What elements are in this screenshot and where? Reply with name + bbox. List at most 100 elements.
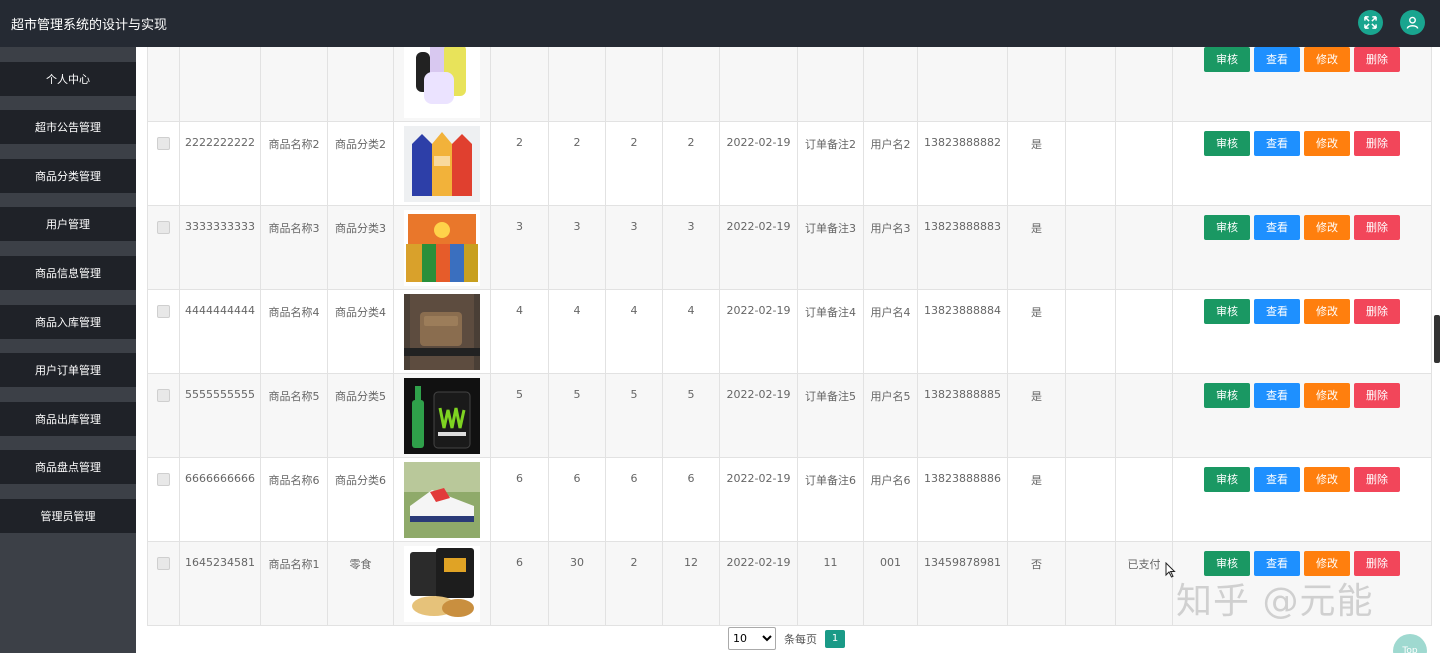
sidebar-item-stock-out[interactable]: 商品出库管理 (0, 402, 136, 436)
audit-button[interactable]: 审核 (1204, 47, 1250, 72)
order-date (719, 37, 798, 122)
fullscreen-icon (1364, 16, 1377, 29)
sidebar-item-orders[interactable]: 用户订单管理 (0, 353, 136, 387)
fullscreen-button[interactable] (1358, 10, 1383, 35)
qty-1: 2 (490, 121, 549, 206)
edit-button[interactable]: 修改 (1304, 383, 1350, 408)
edit-button[interactable]: 修改 (1304, 467, 1350, 492)
table-row: 5555555555 商品名称5 商品分类5 5 5 5 5 2022-02-19 订单备注5 用… (147, 373, 1432, 458)
row-checkbox[interactable] (157, 557, 170, 570)
extra (1065, 37, 1116, 122)
pay-status (1115, 289, 1173, 374)
row-checkbox[interactable] (157, 137, 170, 150)
delete-button[interactable]: 删除 (1354, 47, 1400, 72)
qty-2: 3 (548, 205, 606, 290)
sidebar: 个人中心 超市公告管理 商品分类管理 用户管理 商品信息管理 商品入库管理 用户… (0, 47, 136, 653)
view-button[interactable]: 查看 (1254, 131, 1300, 156)
phone: 13823888883 (917, 205, 1008, 290)
order-date: 2022-02-19 (719, 541, 798, 626)
pagination: 10 条每页 1 (728, 627, 845, 650)
product-category: 商品分类2 (327, 121, 394, 206)
audit-button[interactable]: 审核 (1204, 215, 1250, 240)
qty-2: 2 (548, 121, 606, 206)
edit-button[interactable]: 修改 (1304, 131, 1350, 156)
qty-2: 30 (548, 541, 606, 626)
sidebar-item-users[interactable]: 用户管理 (0, 207, 136, 241)
sidebar-item-notices[interactable]: 超市公告管理 (0, 110, 136, 144)
page-number-1[interactable]: 1 (825, 629, 845, 648)
row-checkbox[interactable] (157, 389, 170, 402)
edit-button[interactable]: 修改 (1304, 47, 1350, 72)
view-button[interactable]: 查看 (1254, 467, 1300, 492)
pay-status (1115, 37, 1173, 122)
view-button[interactable]: 查看 (1254, 215, 1300, 240)
sidebar-item-stock-in[interactable]: 商品入库管理 (0, 305, 136, 339)
table-row: 审核 查看 修改 删除 (147, 37, 1432, 122)
qty-1: 5 (490, 373, 549, 458)
row-checkbox-cell (147, 541, 180, 626)
delete-button[interactable]: 删除 (1354, 131, 1400, 156)
row-checkbox[interactable] (157, 221, 170, 234)
edit-button[interactable]: 修改 (1304, 299, 1350, 324)
sidebar-item-inventory[interactable]: 商品盘点管理 (0, 450, 136, 484)
sidebar-item-categories[interactable]: 商品分类管理 (0, 159, 136, 193)
scrollbar-thumb[interactable] (1434, 315, 1440, 363)
view-button[interactable]: 查看 (1254, 299, 1300, 324)
page-size-select[interactable]: 10 (728, 627, 776, 650)
view-button[interactable]: 查看 (1254, 383, 1300, 408)
delete-button[interactable]: 删除 (1354, 215, 1400, 240)
table-row: 6666666666 商品名称6 商品分类6 6 6 6 6 2022-02-19 订单备注6 用… (147, 457, 1432, 542)
edit-button[interactable]: 修改 (1304, 215, 1350, 240)
audit-button[interactable]: 审核 (1204, 131, 1250, 156)
order-date: 2022-02-19 (719, 457, 798, 542)
product-category: 零食 (327, 541, 394, 626)
row-checkbox[interactable] (157, 473, 170, 486)
audit-button[interactable]: 审核 (1204, 299, 1250, 324)
order-note: 订单备注2 (797, 121, 864, 206)
qty-2 (548, 37, 606, 122)
product-image-cell (393, 37, 491, 122)
delete-button[interactable]: 删除 (1354, 467, 1400, 492)
order-date: 2022-02-19 (719, 373, 798, 458)
order-date: 2022-02-19 (719, 205, 798, 290)
extra (1065, 121, 1116, 206)
extra (1065, 373, 1116, 458)
pay-status (1115, 373, 1173, 458)
delete-button[interactable]: 删除 (1354, 383, 1400, 408)
audit-button[interactable]: 审核 (1204, 383, 1250, 408)
per-page-label: 条每页 (784, 632, 817, 646)
table-row: 2222222222 商品名称2 商品分类2 2 2 2 2 2022-02-19 订单备注2 用… (147, 121, 1432, 206)
product-image-cell (393, 457, 491, 542)
product-category: 商品分类5 (327, 373, 394, 458)
product-image-cell (393, 373, 491, 458)
qty-4 (662, 37, 720, 122)
row-checkbox-cell (147, 37, 180, 122)
row-checkbox[interactable] (157, 305, 170, 318)
audit-button[interactable]: 审核 (1204, 467, 1250, 492)
sidebar-item-profile[interactable]: 个人中心 (0, 62, 136, 96)
username: 用户名5 (863, 373, 918, 458)
sidebar-item-products[interactable]: 商品信息管理 (0, 256, 136, 290)
sidebar-item-admins[interactable]: 管理员管理 (0, 499, 136, 533)
order-date: 2022-02-19 (719, 121, 798, 206)
mouse-cursor-icon (1165, 562, 1176, 578)
delete-button[interactable]: 删除 (1354, 299, 1400, 324)
product-category: 商品分类3 (327, 205, 394, 290)
qty-1 (490, 37, 549, 122)
qty-1: 4 (490, 289, 549, 374)
product-name (260, 37, 328, 122)
sneaker-image (404, 462, 480, 538)
row-checkbox-cell (147, 457, 180, 542)
qty-4: 6 (662, 457, 720, 542)
waist-bag-image (404, 294, 480, 370)
order-note: 订单备注6 (797, 457, 864, 542)
username: 用户名4 (863, 289, 918, 374)
user-button[interactable] (1400, 10, 1425, 35)
order-number: 4444444444 (179, 289, 261, 374)
product-name: 商品名称4 (260, 289, 328, 374)
app-title: 超市管理系统的设计与实现 (11, 18, 168, 33)
extra (1065, 457, 1116, 542)
view-button[interactable]: 查看 (1254, 47, 1300, 72)
product-image-cell (393, 121, 491, 206)
product-name: 商品名称1 (260, 541, 328, 626)
